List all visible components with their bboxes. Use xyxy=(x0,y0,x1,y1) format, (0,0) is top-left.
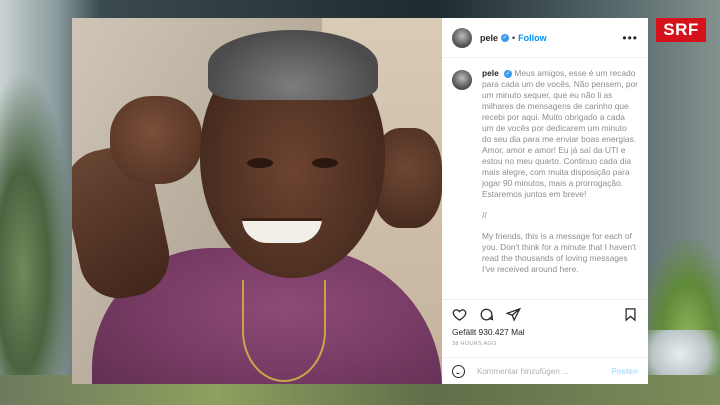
caption-text-pt: Meus amigos, esse é um recado para cada … xyxy=(482,68,638,199)
caption-username[interactable]: pele xyxy=(482,68,499,78)
share-icon[interactable] xyxy=(506,307,521,322)
background-plant-left xyxy=(0,70,75,405)
srf-logo: SRF xyxy=(656,18,706,42)
caption-separator: // xyxy=(482,210,487,220)
caption-text-en: My friends, this is a message for each o… xyxy=(482,231,637,274)
post-timestamp: 38 HOURS AGO xyxy=(452,341,497,347)
verified-badge-icon: ✓ xyxy=(501,33,510,42)
comment-icon[interactable] xyxy=(479,307,494,322)
verified-badge-icon: ✓ xyxy=(504,69,513,78)
follow-button[interactable]: Follow xyxy=(518,33,547,43)
comment-input[interactable] xyxy=(475,365,612,377)
caption-portuguese: pele ✓ Meus amigos, esse é um recado par… xyxy=(482,68,638,200)
photo-hair xyxy=(208,30,378,100)
photo-fist-left xyxy=(110,96,202,184)
post-caption: pele ✓ Meus amigos, esse é um recado par… xyxy=(442,58,648,299)
post-header: pele ✓ • Follow ••• xyxy=(442,18,648,58)
username[interactable]: pele xyxy=(480,33,498,43)
post-sidebar: pele ✓ • Follow ••• pele ✓ Meus amigos, … xyxy=(442,18,648,384)
photo-eye-right xyxy=(312,158,338,168)
emoji-icon[interactable] xyxy=(452,364,465,378)
separator-dot: • xyxy=(512,32,516,43)
post-photo[interactable] xyxy=(72,18,442,384)
heart-icon[interactable] xyxy=(452,307,467,322)
action-bar xyxy=(442,299,648,325)
more-options-icon[interactable]: ••• xyxy=(622,32,638,44)
likes-count[interactable]: Gefällt 930.427 Mal xyxy=(442,325,648,337)
avatar[interactable] xyxy=(452,27,472,48)
comment-bar: Posten xyxy=(442,357,648,384)
bookmark-icon[interactable] xyxy=(623,307,638,322)
instagram-post: pele ✓ • Follow ••• pele ✓ Meus amigos, … xyxy=(72,18,648,384)
caption-avatar[interactable] xyxy=(452,70,472,90)
photo-smile xyxy=(242,218,322,243)
photo-eye-left xyxy=(247,158,273,168)
post-comment-button[interactable]: Posten xyxy=(611,367,638,376)
photo-chain xyxy=(242,280,326,382)
